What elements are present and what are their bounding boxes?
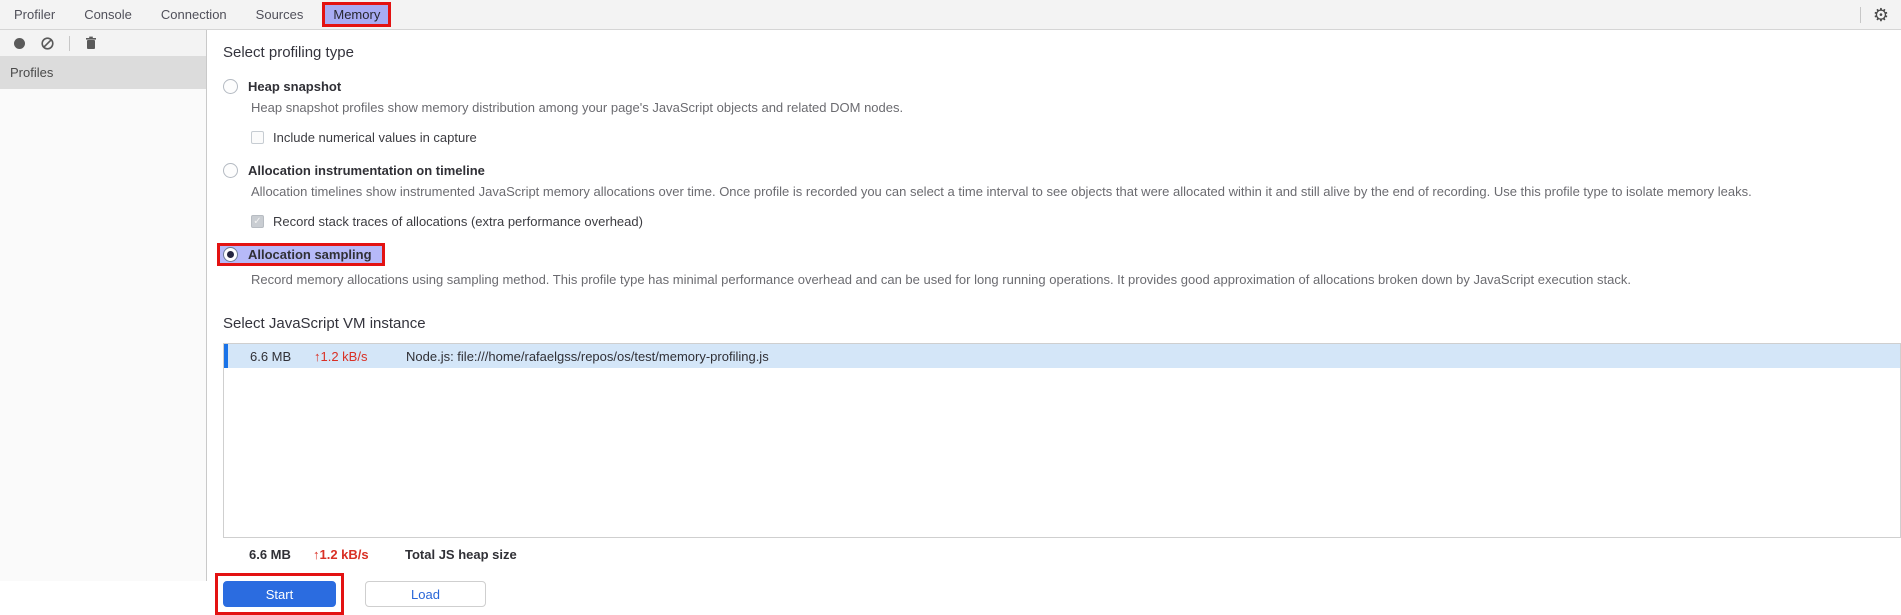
tab-sources[interactable]: Sources [246,2,314,27]
start-button[interactable]: Start [223,581,336,607]
allocation-instrumentation-radio-icon[interactable] [223,163,238,178]
heap-snapshot-radio-icon[interactable] [223,79,238,94]
vm-instance-name: Node.js: file:///home/rafaelgss/repos/os… [406,348,769,364]
total-heap-rate: ↑1.2 kB/s [313,547,369,562]
allocation-sampling-radio-icon[interactable] [223,247,238,262]
toolbar-divider [69,35,70,51]
record-stack-traces-checkbox-icon[interactable]: ✓ [251,215,264,228]
profiling-type-title: Select profiling type [223,44,354,61]
tab-profiler[interactable]: Profiler [4,2,65,27]
record-profile-icon[interactable] [13,37,26,50]
vm-allocation-rate: ↑1.2 kB/s [314,348,368,364]
heap-snapshot-description: Heap snapshot profiles show memory distr… [251,100,904,115]
tabbar-right-controls: ⚙ [1859,6,1901,24]
radio-heap-snapshot[interactable]: Heap snapshot [223,79,1901,94]
start-button-annotation-box: Start [215,573,344,615]
tab-memory[interactable]: Memory [322,2,392,27]
devtools-tab-bar: Profiler Console Connection Sources Memo… [0,0,1901,30]
load-button[interactable]: Load [365,581,486,607]
include-numerical-label: Include numerical values in capture [273,130,477,145]
profiles-section-header: Profiles [0,57,206,89]
action-buttons: Start Load [215,573,1901,615]
allocation-instrumentation-label: Allocation instrumentation on timeline [248,163,485,178]
radio-allocation-sampling[interactable]: Allocation sampling [217,243,385,266]
include-numerical-checkbox-icon[interactable] [251,131,264,144]
profiles-sidebar: Profiles [0,30,207,581]
memory-panel-main: Select profiling type Heap snapshot Heap… [207,30,1901,615]
checkbox-include-numerical-values[interactable]: Include numerical values in capture [251,130,1901,145]
profiles-toolbar [0,30,206,57]
record-stack-traces-label: Record stack traces of allocations (extr… [273,214,643,229]
allocation-sampling-description: Record memory allocations using sampling… [251,272,1631,287]
total-heap-size-value: 6.6 MB [249,547,291,562]
tab-console[interactable]: Console [74,2,142,27]
tab-connection[interactable]: Connection [151,2,237,27]
tabbar-divider [1859,6,1861,23]
total-heap-summary: 6.6 MB ↑1.2 kB/s Total JS heap size [223,547,1901,562]
delete-profile-trash-icon[interactable] [85,36,97,50]
vm-instance-title: Select JavaScript VM instance [223,315,426,332]
settings-gear-icon[interactable]: ⚙ [1873,6,1889,24]
allocation-instrumentation-description: Allocation timelines show instrumented J… [251,184,1752,199]
total-heap-label: Total JS heap size [405,547,517,562]
checkbox-record-stack-traces[interactable]: ✓ Record stack traces of allocations (ex… [251,214,1901,229]
heap-snapshot-label: Heap snapshot [248,79,342,94]
radio-allocation-instrumentation[interactable]: Allocation instrumentation on timeline [223,163,1901,178]
clear-profiles-icon[interactable] [41,36,54,50]
vm-instance-list: 6.6 MB ↑1.2 kB/s Node.js: file:///home/r… [223,343,1901,538]
allocation-sampling-label: Allocation sampling [248,247,372,262]
vm-instance-row[interactable]: 6.6 MB ↑1.2 kB/s Node.js: file:///home/r… [224,344,1900,368]
vm-heap-size: 6.6 MB [250,348,292,364]
